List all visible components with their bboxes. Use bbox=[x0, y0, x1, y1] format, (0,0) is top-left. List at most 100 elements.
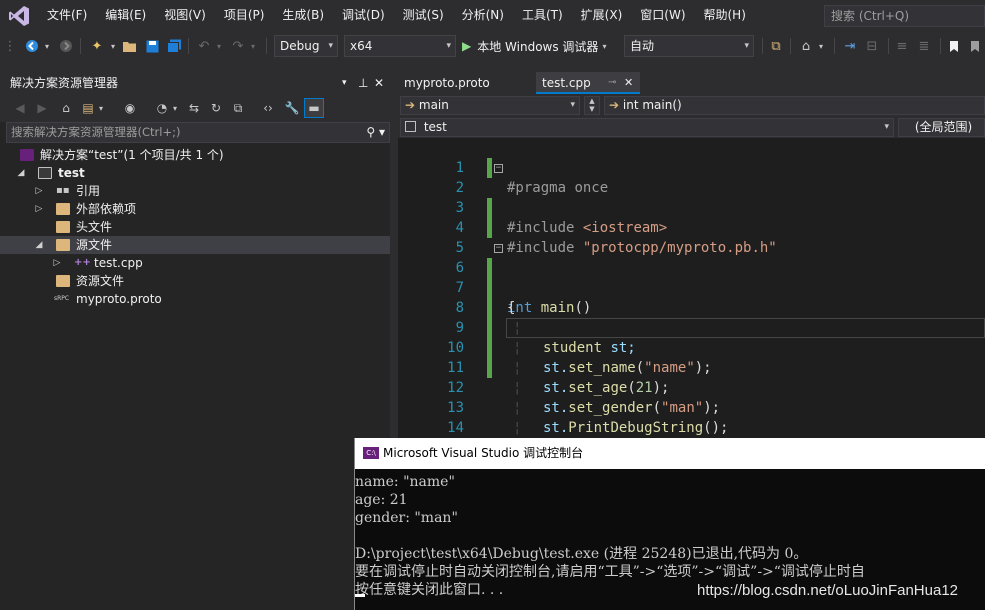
menu-file[interactable]: 文件(F) bbox=[38, 0, 96, 31]
project-dropdown[interactable]: test ▾ bbox=[400, 118, 894, 137]
collapsed-arrow-icon[interactable]: ▷ bbox=[52, 254, 62, 272]
collapsed-arrow-icon[interactable]: ▷ bbox=[34, 200, 44, 218]
expanded-arrow-icon[interactable]: ◢ bbox=[34, 236, 44, 254]
global-scope-dropdown[interactable]: (全局范围) bbox=[898, 118, 985, 137]
member-dropdown[interactable]: ➔ int main() bbox=[604, 96, 985, 115]
tree-item-myproto-proto[interactable]: sRPC myproto.proto bbox=[0, 290, 390, 308]
menu-view[interactable]: 视图(V) bbox=[155, 0, 215, 31]
save-icon[interactable] bbox=[142, 35, 162, 57]
menu-window[interactable]: 窗口(W) bbox=[631, 0, 694, 31]
code-line: 7 { bbox=[398, 258, 985, 316]
navigation-bar: ➔ main ▾ ▲ ▼ ➔ int main() bbox=[398, 94, 985, 116]
tree-item-label: test.cpp bbox=[94, 256, 143, 270]
start-debugging-button[interactable]: ▶ 本地 Windows 调试器 ▾ bbox=[462, 35, 622, 57]
tab-test-cpp[interactable]: test.cpp ⊸ ✕ bbox=[536, 72, 640, 94]
solution-explorer-search-input[interactable]: 搜索解决方案资源管理器(Ctrl+;) ⚲ ▾ bbox=[6, 122, 390, 143]
code-line: 13 ¦ return 0; bbox=[398, 378, 985, 436]
collapse-region-icon[interactable]: − bbox=[494, 164, 503, 173]
forward-icon[interactable]: ▶ bbox=[32, 98, 52, 118]
folder-icon bbox=[56, 221, 70, 233]
tree-item-test-cpp[interactable]: ▷ ++ test.cpp bbox=[0, 254, 390, 272]
switch-views-icon[interactable]: ▤ bbox=[78, 98, 98, 118]
preview-selected-items-icon[interactable]: ▬ bbox=[304, 98, 324, 118]
uncomment-lines-icon[interactable]: ≣ bbox=[914, 35, 934, 57]
comment-lines-icon[interactable]: ≡ bbox=[892, 35, 912, 57]
navigate-back-icon[interactable] bbox=[22, 35, 42, 57]
redo-icon[interactable]: ↷ bbox=[228, 35, 248, 57]
home-window-icon[interactable]: ⌂ bbox=[796, 35, 816, 57]
menu-help[interactable]: 帮助(H) bbox=[695, 0, 755, 31]
window-position-dropdown-icon[interactable]: ▾ bbox=[342, 72, 347, 94]
close-tab-icon[interactable]: ✕ bbox=[624, 72, 633, 94]
pending-changes-filter-icon[interactable]: ◔ bbox=[152, 98, 172, 118]
tree-item-external-dependencies[interactable]: ▷ 外部依赖项 bbox=[0, 200, 390, 218]
tab-myproto-proto[interactable]: myproto.proto bbox=[398, 72, 532, 94]
tree-item-label: 头文件 bbox=[76, 220, 113, 234]
code-editor[interactable]: 1 #pragma once 2 − #include <iostream> 3… bbox=[398, 138, 985, 438]
tree-item-solution[interactable]: 解决方案“test”(1 个项目/共 1 个) bbox=[0, 146, 390, 164]
global-scope-value: (全局范围) bbox=[914, 120, 973, 134]
new-project-icon[interactable]: ✦ bbox=[86, 35, 108, 57]
undo-icon[interactable]: ↶ bbox=[194, 35, 214, 57]
menu-debug[interactable]: 调试(D) bbox=[333, 0, 394, 31]
scope-dropdown[interactable]: ➔ main ▾ bbox=[400, 96, 580, 115]
tree-item-source-files[interactable]: ◢ 源文件 bbox=[0, 236, 390, 254]
visual-studio-logo-icon bbox=[0, 0, 38, 31]
console-title-bar[interactable]: C:\ Microsoft Visual Studio 调试控制台 bbox=[355, 438, 985, 469]
redo-dropdown-icon[interactable]: ▾ bbox=[248, 35, 258, 57]
solution-platform-dropdown[interactable]: x64 ▾ bbox=[344, 35, 456, 57]
refresh-icon[interactable]: ↻ bbox=[206, 98, 226, 118]
breakpoint-icon[interactable]: ⊟ bbox=[862, 35, 882, 57]
collapse-region-icon[interactable]: − bbox=[494, 244, 503, 253]
back-icon[interactable]: ◀ bbox=[10, 98, 30, 118]
back-dropdown-icon[interactable]: ▾ bbox=[42, 35, 52, 57]
menu-extensions[interactable]: 扩展(X) bbox=[572, 0, 632, 31]
collapsed-arrow-icon[interactable]: ▷ bbox=[34, 182, 44, 200]
navigate-forward-icon[interactable] bbox=[56, 35, 76, 57]
menu-project[interactable]: 项目(P) bbox=[215, 0, 274, 31]
toolbar-separator bbox=[888, 38, 889, 54]
pin-tab-icon[interactable]: ⊸ bbox=[608, 72, 616, 94]
next-bookmark-icon[interactable] bbox=[966, 35, 984, 57]
tree-item-resource-files[interactable]: 资源文件 bbox=[0, 272, 390, 290]
search-icon: ⚲ ▾ bbox=[366, 125, 385, 139]
find-in-files-icon[interactable]: ⧉ bbox=[766, 35, 786, 57]
properties-wrench-icon[interactable]: 🔧 bbox=[282, 98, 302, 118]
step-icon[interactable]: ⇥ bbox=[840, 35, 860, 57]
save-all-icon[interactable] bbox=[164, 35, 184, 57]
collapse-all-icon[interactable]: ⧉ bbox=[228, 98, 248, 118]
view-all-files-icon[interactable]: ◉ bbox=[120, 98, 140, 118]
bookmark-icon[interactable] bbox=[944, 35, 964, 57]
folder-icon bbox=[56, 275, 70, 287]
menu-tools[interactable]: 工具(T) bbox=[513, 0, 572, 31]
expanded-arrow-icon[interactable]: ◢ bbox=[16, 164, 26, 182]
run-target-label: 本地 Windows 调试器 bbox=[477, 39, 599, 54]
debug-mode-dropdown[interactable]: 自动 ▾ bbox=[624, 35, 754, 57]
code-line: 11 ¦ st.set_gender("man"); bbox=[398, 338, 985, 416]
menu-analyze[interactable]: 分析(N) bbox=[453, 0, 513, 31]
switch-views-dropdown-icon[interactable]: ▾ bbox=[96, 98, 106, 118]
menu-edit[interactable]: 编辑(E) bbox=[96, 0, 155, 31]
menu-build[interactable]: 生成(B) bbox=[273, 0, 333, 31]
quick-launch-search-input[interactable]: 搜索 (Ctrl+Q) bbox=[824, 5, 985, 27]
tree-item-header-files[interactable]: 头文件 bbox=[0, 218, 390, 236]
solution-configuration-dropdown[interactable]: Debug ▾ bbox=[274, 35, 338, 57]
toolbar-separator bbox=[266, 38, 267, 54]
pin-icon[interactable]: ⊥ bbox=[358, 72, 368, 94]
code-line: 5 bbox=[398, 218, 985, 256]
split-arrows-icon[interactable]: ▲ ▼ bbox=[584, 96, 600, 115]
close-icon[interactable]: ✕ bbox=[374, 72, 384, 94]
show-code-icon[interactable]: ‹› bbox=[258, 98, 278, 118]
home-dropdown-icon[interactable]: ▾ bbox=[816, 35, 826, 57]
toolbar-separator bbox=[940, 38, 941, 54]
home-icon[interactable]: ⌂ bbox=[56, 98, 76, 118]
sync-with-document-icon[interactable]: ⇆ bbox=[184, 98, 204, 118]
undo-dropdown-icon[interactable]: ▾ bbox=[214, 35, 224, 57]
references-icon: ▪▪ bbox=[56, 185, 70, 196]
menu-test[interactable]: 测试(S) bbox=[394, 0, 453, 31]
open-file-icon[interactable] bbox=[120, 35, 140, 57]
tree-item-references[interactable]: ▷ ▪▪ 引用 bbox=[0, 182, 390, 200]
filter-dropdown-icon[interactable]: ▾ bbox=[170, 98, 180, 118]
new-project-dropdown-icon[interactable]: ▾ bbox=[108, 35, 118, 57]
tree-item-project[interactable]: ◢ test bbox=[0, 164, 390, 182]
